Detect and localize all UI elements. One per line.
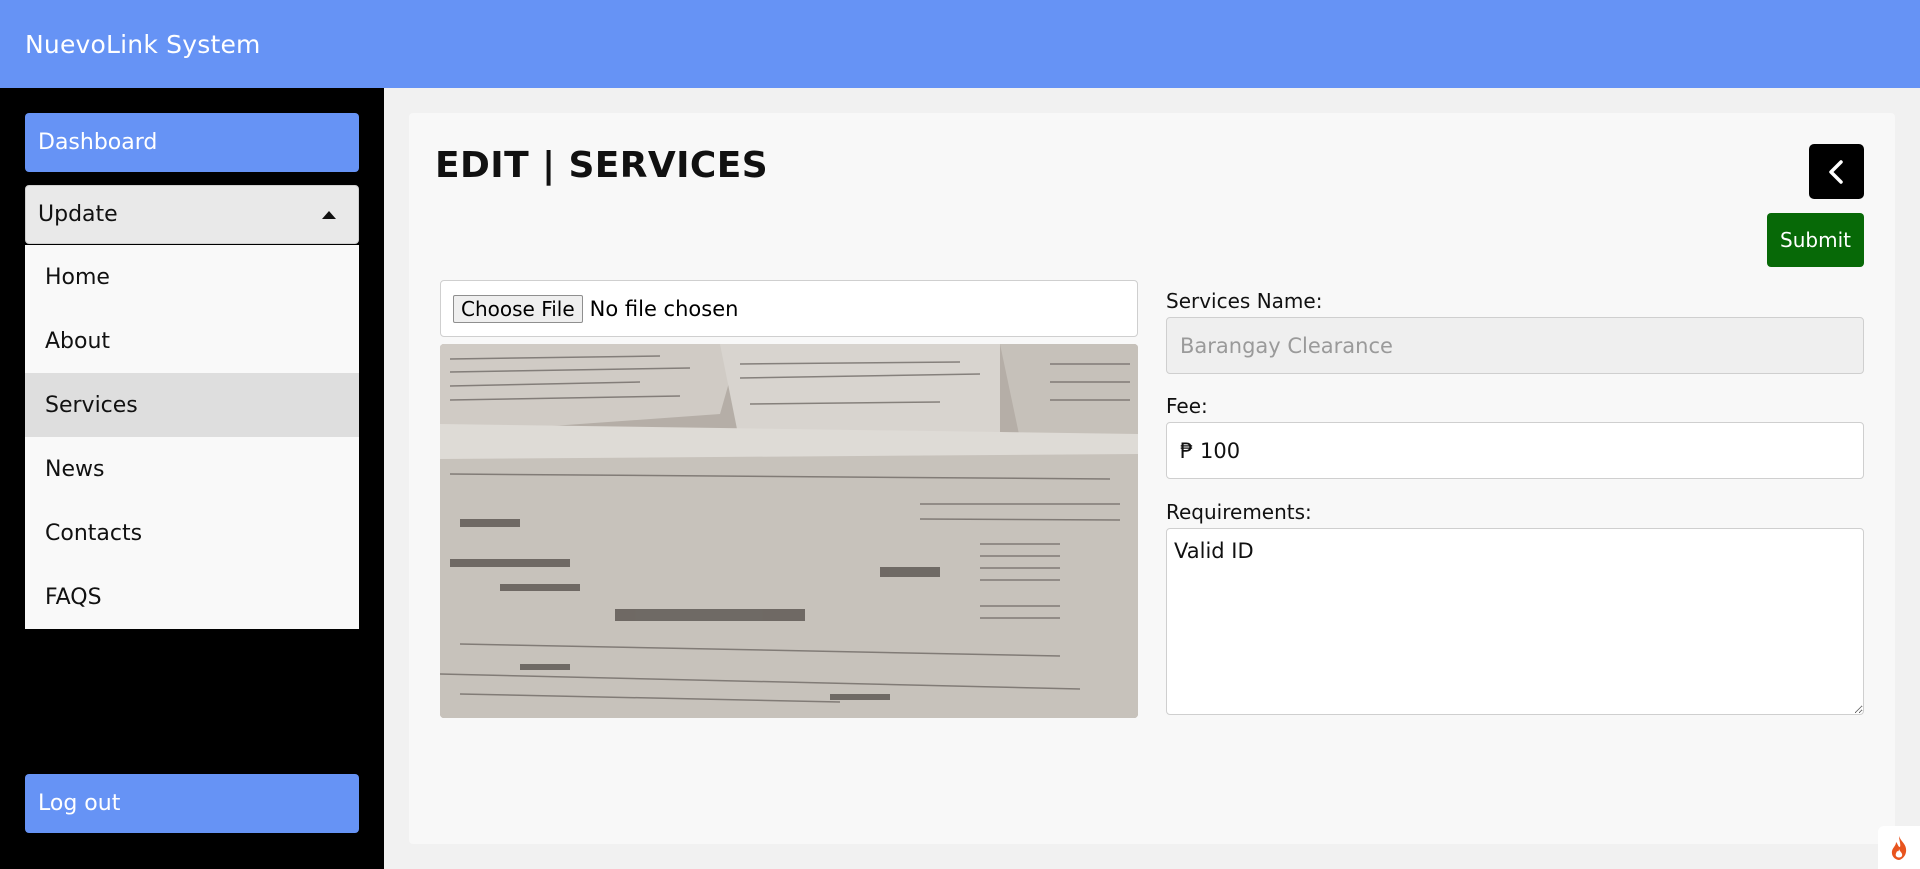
file-status-text: No file chosen xyxy=(589,296,739,321)
flame-icon-glyph xyxy=(1891,835,1907,860)
service-image-preview xyxy=(440,344,1138,718)
fee-input[interactable] xyxy=(1166,422,1864,479)
update-dropdown-label: Update xyxy=(38,202,118,227)
top-navbar: NuevoLink System xyxy=(0,0,1920,88)
services-name-label: Services Name: xyxy=(1166,289,1323,313)
flame-icon[interactable] xyxy=(1878,826,1920,869)
menu-item-about[interactable]: About xyxy=(25,309,359,373)
back-button[interactable] xyxy=(1809,144,1864,199)
choose-file-button[interactable]: Choose File xyxy=(453,294,583,323)
fee-label: Fee: xyxy=(1166,394,1208,418)
document-photo xyxy=(440,344,1138,718)
submit-button[interactable]: Submit xyxy=(1767,213,1864,267)
services-name-input[interactable] xyxy=(1166,317,1864,374)
requirements-textarea[interactable]: Valid ID xyxy=(1166,528,1864,715)
sidebar: Dashboard Update Home About Services New… xyxy=(0,88,384,869)
edit-services-card: EDIT | SERVICES Submit Choose File No fi… xyxy=(409,113,1895,844)
menu-item-services[interactable]: Services xyxy=(25,373,359,437)
update-dropdown-menu: Home About Services News Contacts FAQS xyxy=(25,245,359,629)
file-input[interactable]: Choose File No file chosen xyxy=(440,280,1138,337)
menu-item-faqs[interactable]: FAQS xyxy=(25,565,359,629)
update-dropdown-toggle[interactable]: Update xyxy=(25,185,359,244)
main-content: EDIT | SERVICES Submit Choose File No fi… xyxy=(384,88,1920,869)
menu-item-contacts[interactable]: Contacts xyxy=(25,501,359,565)
requirements-label: Requirements: xyxy=(1166,500,1312,524)
page-title: EDIT | SERVICES xyxy=(435,145,769,186)
dashboard-button[interactable]: Dashboard xyxy=(25,113,359,172)
app-title: NuevoLink System xyxy=(25,29,261,59)
menu-item-news[interactable]: News xyxy=(25,437,359,501)
logout-button[interactable]: Log out xyxy=(25,774,359,833)
caret-up-icon xyxy=(322,210,336,219)
menu-item-home[interactable]: Home xyxy=(25,245,359,309)
chevron-left-icon xyxy=(1828,159,1843,184)
